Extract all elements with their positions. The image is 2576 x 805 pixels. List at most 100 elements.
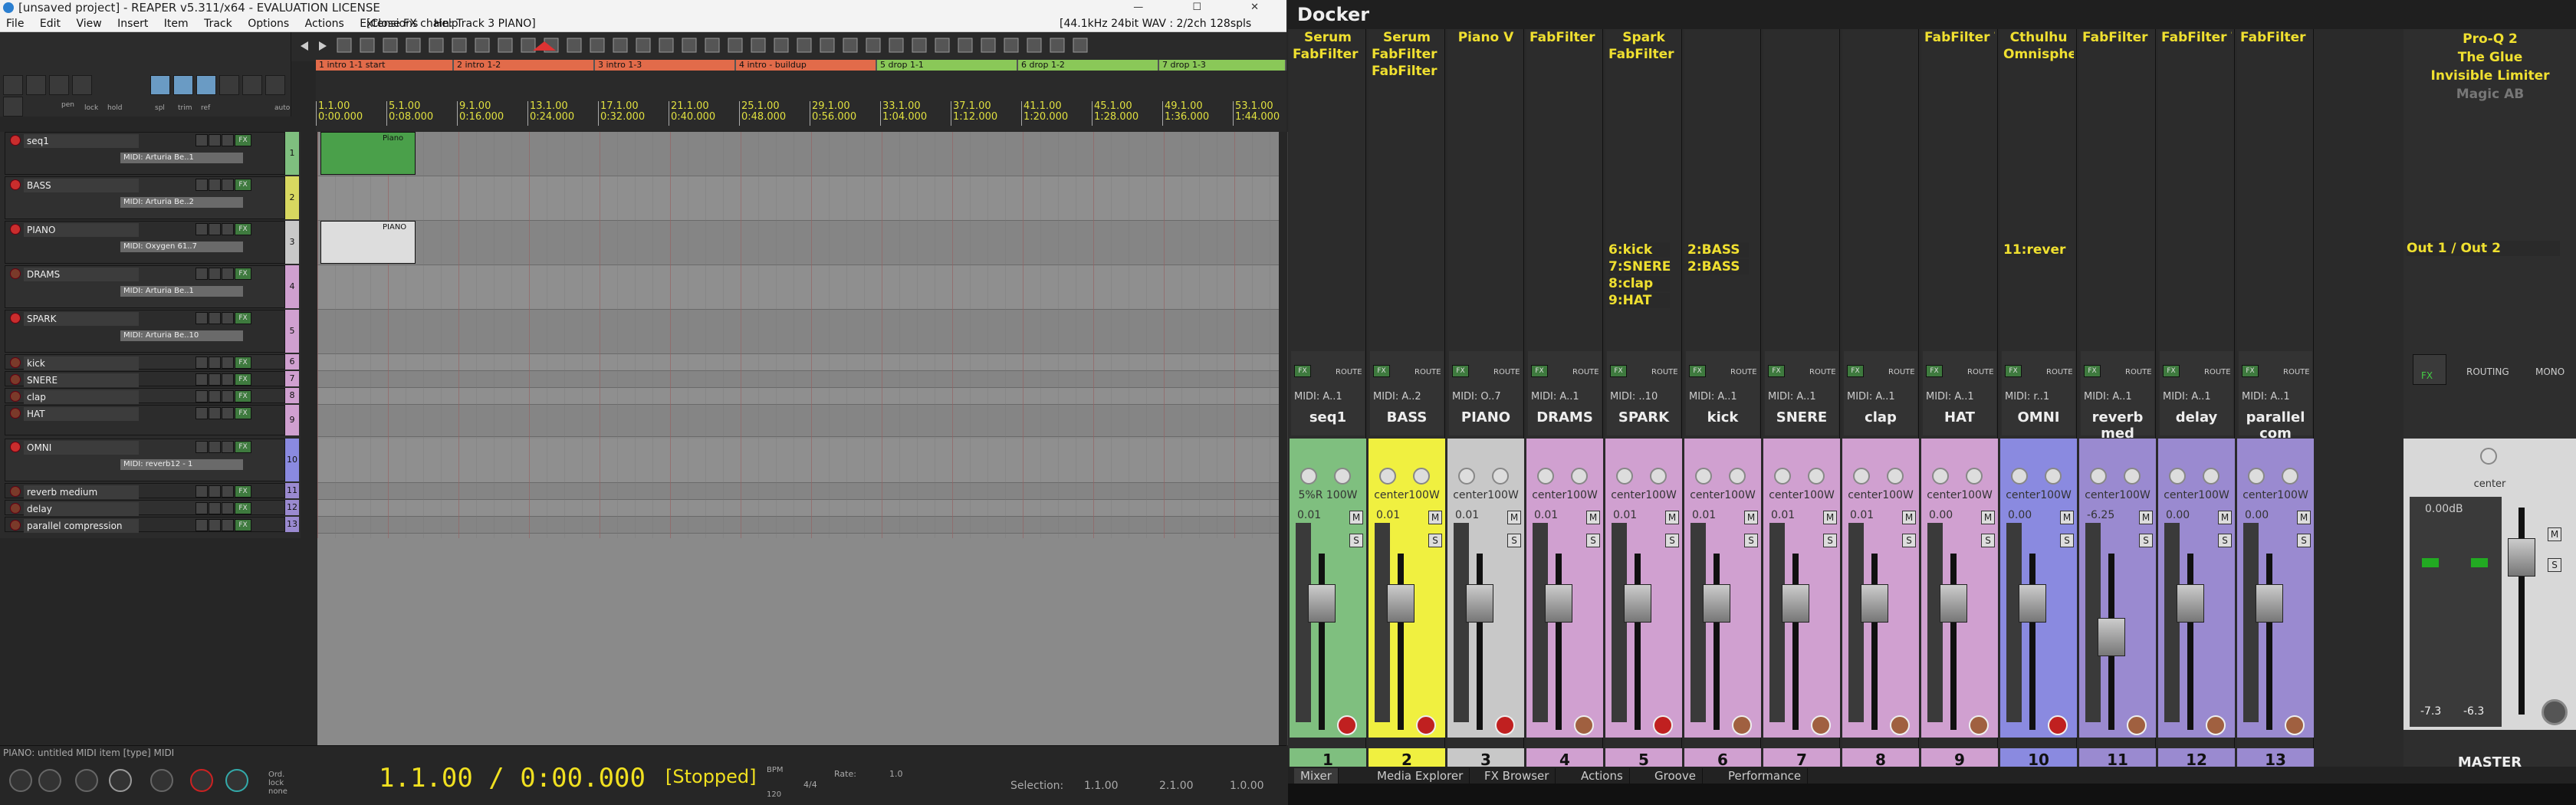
track-name[interactable]: OMNI: [24, 441, 139, 455]
track-btn-2[interactable]: [222, 485, 234, 498]
forward-button[interactable]: [38, 769, 61, 792]
master-mute-button[interactable]: M: [2548, 527, 2561, 541]
width-knob[interactable]: [1334, 468, 1351, 485]
track-drams[interactable]: DRAMS FX MIDI: Arturia Be..1: [5, 265, 285, 308]
track-midi-input[interactable]: MIDI: Arturia Be..1: [120, 153, 243, 163]
width-knob[interactable]: [1650, 468, 1667, 485]
volume-fader[interactable]: [1387, 584, 1414, 623]
pan-knob[interactable]: [2248, 468, 2265, 485]
master-fader[interactable]: [2508, 538, 2535, 577]
master-routing-button[interactable]: ROUTING: [2466, 366, 2509, 377]
rate-value[interactable]: 1.0: [889, 769, 903, 779]
volume-fader[interactable]: [2177, 584, 2204, 623]
strip-route-button[interactable]: ROUTE: [2125, 368, 2152, 376]
track-clap[interactable]: clap FX: [5, 388, 285, 404]
track-btn-1[interactable]: [209, 519, 221, 531]
volume-fader[interactable]: [1624, 584, 1651, 623]
menu-track[interactable]: Track: [204, 18, 232, 30]
volume-fader[interactable]: [1940, 584, 1967, 623]
volume-fader[interactable]: [2019, 584, 2046, 623]
record-arm-button[interactable]: [1337, 715, 1357, 735]
fx-slot[interactable]: Spark: [1608, 29, 1679, 46]
mute-button[interactable]: M: [1349, 511, 1363, 524]
region-4[interactable]: 4 intro - buildup: [736, 60, 876, 71]
track-btn-2[interactable]: [222, 312, 234, 324]
record-arm-button[interactable]: [1495, 715, 1515, 735]
solo-button[interactable]: S: [1665, 534, 1679, 547]
track-fx-button[interactable]: FX: [235, 407, 251, 419]
volume-fader[interactable]: [1703, 584, 1730, 623]
track-btn-1[interactable]: [209, 223, 221, 235]
track-name[interactable]: SNERE: [24, 373, 139, 387]
fx-slot[interactable]: Piano V: [1451, 29, 1521, 46]
snap-button[interactable]: [72, 75, 92, 95]
send-slot[interactable]: 6:kick: [1608, 242, 1670, 258]
width-knob[interactable]: [1808, 468, 1825, 485]
record-arm-button[interactable]: [2206, 715, 2226, 735]
strip-route-button[interactable]: ROUTE: [1967, 368, 1994, 376]
region-7[interactable]: 7 drop 1-3: [1159, 60, 1285, 71]
strip-route-button[interactable]: ROUTE: [2046, 368, 2073, 376]
lock-button[interactable]: [219, 75, 239, 95]
track-name[interactable]: reverb medium: [24, 485, 139, 499]
track-name[interactable]: kick: [24, 356, 139, 370]
track-delay[interactable]: delay FX: [5, 500, 285, 516]
solo-button[interactable]: S: [1744, 534, 1758, 547]
track-piano[interactable]: PIANO FX MIDI: Oxygen 61..7: [5, 221, 285, 264]
width-knob[interactable]: [2282, 468, 2298, 485]
selection-end[interactable]: 2.1.00: [1159, 780, 1194, 792]
solo-button[interactable]: S: [1981, 534, 1995, 547]
track-btn-2[interactable]: [222, 441, 234, 453]
region-3[interactable]: 3 intro 1-3: [595, 60, 734, 71]
docker-tab-performance[interactable]: Performance: [1722, 768, 1809, 784]
track-btn-1[interactable]: [209, 407, 221, 419]
track-btn-2[interactable]: [222, 373, 234, 386]
solo-button[interactable]: S: [1349, 534, 1363, 547]
master-fx-slot[interactable]: Magic AB: [2410, 86, 2571, 103]
record-arm-button[interactable]: [10, 442, 21, 452]
record-arm-button[interactable]: [10, 486, 21, 497]
track-btn-1[interactable]: [209, 356, 221, 369]
track-btn-0[interactable]: [196, 356, 208, 369]
track-btn-0[interactable]: [196, 268, 208, 280]
record-arm-button[interactable]: [10, 268, 21, 279]
arrange-view[interactable]: Piano PIANO: [317, 132, 1288, 745]
send-slot[interactable]: 7:SNERE: [1608, 259, 1671, 274]
strip-fx-button[interactable]: FX: [2163, 365, 2180, 377]
fx-slot[interactable]: FabFilter P: [1608, 46, 1679, 63]
strip-route-button[interactable]: ROUTE: [1809, 368, 1836, 376]
strip-route-button[interactable]: ROUTE: [1651, 368, 1678, 376]
track-btn-1[interactable]: [209, 441, 221, 453]
track-lane[interactable]: [317, 500, 1279, 517]
timeline-ruler[interactable]: 1.1.00 0:00.000 5.1.00 0:08.000 9.1.00 0:16.0…: [316, 71, 1286, 132]
time-signature[interactable]: 4/4: [803, 780, 817, 790]
send-slot[interactable]: 2:BASS: [1687, 242, 1749, 258]
record-arm-button[interactable]: [10, 503, 21, 514]
track-lane[interactable]: [317, 388, 1279, 405]
docker-tab-groove[interactable]: Groove: [1648, 768, 1703, 784]
track-btn-1[interactable]: [209, 373, 221, 386]
width-knob[interactable]: [2203, 468, 2220, 485]
mute-button[interactable]: M: [1507, 511, 1521, 524]
track-name[interactable]: BASS: [24, 179, 139, 192]
strip-midi-input[interactable]: MIDI: A..1: [1689, 391, 1737, 402]
track-btn-1[interactable]: [209, 134, 221, 146]
send-slot[interactable]: 11:rever: [2003, 242, 2065, 258]
channel-name[interactable]: clap: [1842, 409, 1919, 428]
menu-file[interactable]: File: [6, 18, 24, 30]
master-pan-knob[interactable]: [2480, 448, 2497, 465]
record-arm-button[interactable]: [1969, 715, 1989, 735]
width-knob[interactable]: [1492, 468, 1509, 485]
strip-route-button[interactable]: ROUTE: [2283, 368, 2310, 376]
track-btn-2[interactable]: [222, 407, 234, 419]
channel-name[interactable]: DRAMS: [1526, 409, 1603, 428]
pan-knob[interactable]: [1300, 468, 1317, 485]
track-fx-button[interactable]: FX: [235, 390, 251, 402]
track-btn-1[interactable]: [209, 179, 221, 191]
strip-midi-input[interactable]: MIDI: A..1: [2163, 391, 2211, 402]
strip-midi-input[interactable]: MIDI: A..2: [1373, 391, 1421, 402]
mute-button[interactable]: M: [2297, 511, 2311, 524]
track-midi-input[interactable]: MIDI: reverb12 - 1: [120, 459, 243, 470]
send-slot[interactable]: 2:BASS: [1687, 259, 1749, 274]
width-knob[interactable]: [1887, 468, 1904, 485]
